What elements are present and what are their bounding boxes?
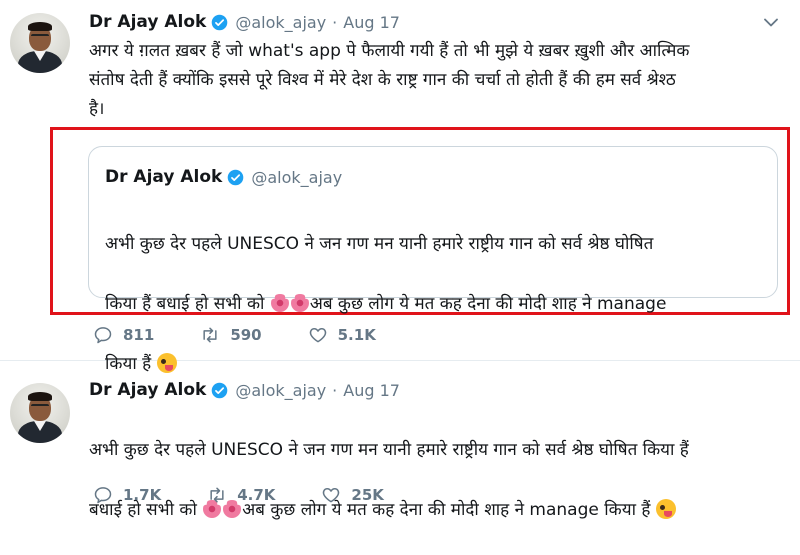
hibiscus-emoji	[270, 294, 289, 312]
verified-badge-icon	[212, 14, 228, 30]
tweet[interactable]: Dr Ajay Alok @alok_ajay · Aug 17 अगर ये …	[0, 0, 800, 374]
reply-icon	[94, 327, 112, 344]
quoted-text-line: अभी कुछ देर पहले UNESCO ने जन गण मन यानी…	[105, 234, 654, 254]
tweet-text-line: अभी कुछ देर पहले UNESCO ने जन गण मन यानी…	[89, 440, 689, 460]
author-handle[interactable]: @alok_ajay	[235, 381, 326, 400]
author-avatar[interactable]	[10, 13, 70, 73]
verified-badge-icon	[228, 169, 244, 185]
like-button[interactable]: 25K	[321, 485, 384, 505]
tweet-actions: 1.7K 4.7K 25K	[93, 485, 430, 505]
tweet-text: अगर ये ग़लत ख़बर हैं जो what's app पे फै…	[89, 41, 690, 119]
reply-count: 1.7K	[123, 486, 162, 504]
retweet-icon	[203, 327, 217, 343]
tweet-date[interactable]: Aug 17	[343, 381, 400, 400]
tweet-text: अभी कुछ देर पहले UNESCO ने जन गण मन यानी…	[89, 405, 794, 555]
heart-icon	[323, 488, 340, 503]
separator-dot: ·	[332, 12, 338, 32]
author-name[interactable]: Dr Ajay Alok	[89, 12, 206, 32]
tweet-header: Dr Ajay Alok @alok_ajay · Aug 17	[89, 12, 400, 32]
winking-face-emoji	[656, 499, 677, 519]
author-name[interactable]: Dr Ajay Alok	[89, 380, 206, 400]
retweet-icon	[210, 487, 224, 503]
verified-badge-icon	[212, 382, 228, 398]
like-button[interactable]: 5.1K	[308, 325, 376, 345]
tweet-actions: 811 590 5.1K	[93, 325, 422, 345]
quoted-tweet[interactable]: Dr Ajay Alok @alok_ajay अभी कुछ देर पहले…	[88, 146, 778, 374]
tweet-date[interactable]: Aug 17	[343, 13, 400, 32]
reply-count: 811	[123, 326, 155, 344]
reply-button[interactable]: 811	[93, 325, 154, 345]
quoted-author-handle: @alok_ajay	[251, 167, 343, 187]
author-avatar[interactable]	[10, 383, 70, 443]
reply-icon	[94, 487, 112, 504]
author-handle[interactable]: @alok_ajay	[235, 13, 326, 32]
like-count: 25K	[351, 486, 384, 504]
quoted-author-name: Dr Ajay Alok	[105, 167, 223, 187]
retweet-count: 590	[230, 326, 262, 344]
tweet[interactable]: Dr Ajay Alok @alok_ajay · Aug 17 अभी कुछ…	[0, 361, 800, 520]
separator-dot: ·	[332, 380, 338, 400]
heart-icon	[309, 328, 326, 343]
tweet-header: Dr Ajay Alok @alok_ajay · Aug 17	[89, 380, 400, 400]
quoted-text-segment: किया हैं बधाई हो सभी को	[105, 294, 265, 314]
reply-button[interactable]: 1.7K	[93, 485, 161, 505]
quoted-tweet-header: Dr Ajay Alok @alok_ajay	[105, 167, 342, 187]
hibiscus-emoji	[290, 294, 309, 312]
quoted-text-line: किया हैं बधाई हो सभी को अब कुछ लोग ये मत…	[105, 289, 775, 319]
retweet-count: 4.7K	[237, 486, 276, 504]
retweet-button[interactable]: 4.7K	[207, 485, 275, 505]
quoted-text-segment: अब कुछ लोग ये मत कह देना की मोदी शाह ने …	[309, 294, 667, 314]
chevron-down-icon[interactable]	[764, 18, 778, 27]
like-count: 5.1K	[337, 326, 376, 344]
retweet-button[interactable]: 590	[200, 325, 262, 345]
